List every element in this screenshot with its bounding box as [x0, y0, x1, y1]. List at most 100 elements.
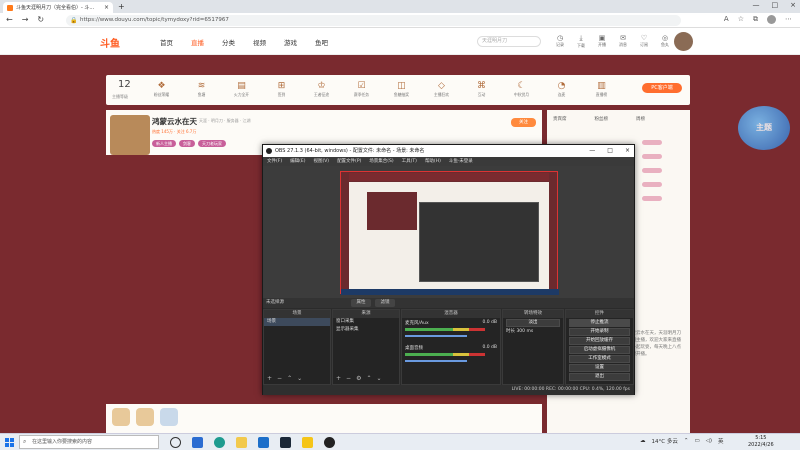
stop-stream-button[interactable]: 停止推流 — [569, 319, 630, 327]
add-icon[interactable]: + — [267, 375, 272, 382]
gift-item[interactable] — [160, 408, 178, 426]
obs-menu-tools[interactable]: 工具(T) — [402, 157, 417, 166]
gear-icon[interactable]: ⚙ — [356, 375, 361, 382]
steam-icon[interactable] — [280, 437, 291, 448]
fishball-button[interactable]: ◎ 鱼丸 — [661, 34, 669, 49]
browser-tab[interactable]: 斗鱼天涯明月刀（完全看伯）- 斗... × — [3, 2, 113, 13]
volume-slider[interactable] — [405, 360, 467, 362]
douyu-app-icon[interactable] — [302, 437, 313, 448]
volume-slider[interactable] — [405, 335, 467, 337]
nav-live[interactable]: 直播 — [191, 37, 204, 47]
strip-item[interactable]: ❖ 粉丝荣耀 — [146, 80, 177, 98]
strip-item[interactable]: ▥ 直播榜 — [586, 80, 617, 98]
move-up-icon[interactable]: ⌃ — [287, 375, 292, 382]
decoration-badge[interactable]: 主题 — [738, 106, 790, 150]
nav-yuba[interactable]: 鱼吧 — [315, 37, 328, 47]
strip-item[interactable]: ◫ 鱼糖抽奖 — [386, 80, 417, 98]
task-view2-icon[interactable] — [192, 437, 203, 448]
broadcast-button[interactable]: ▣ 开播 — [598, 34, 606, 49]
tab-fans[interactable]: 粉丝榜 — [595, 116, 609, 122]
remove-icon[interactable]: − — [346, 375, 351, 382]
move-down-icon[interactable]: ⌄ — [297, 375, 302, 382]
file-explorer-icon[interactable] — [236, 437, 247, 448]
new-tab-icon[interactable]: + — [118, 2, 125, 11]
user-avatar[interactable] — [674, 32, 693, 51]
windows-start-icon[interactable] — [5, 438, 14, 447]
back-icon[interactable]: ← — [6, 15, 13, 24]
streamer-tag[interactable]: 剑客 — [179, 140, 195, 147]
follow-button[interactable]: 关注 — [511, 118, 536, 127]
streamer-tag[interactable]: 新人主播 — [152, 140, 176, 147]
obs-menu-file[interactable]: 文件(F) — [267, 157, 282, 166]
obs-menu-profile[interactable]: 配置文件(P) — [337, 157, 361, 166]
obs-menu-help[interactable]: 帮助(H) — [425, 157, 441, 166]
forward-icon[interactable]: → — [22, 15, 29, 24]
taskbar-clock[interactable]: 5:15 2022/4/26 — [748, 435, 774, 449]
obs-menu-scene-collection[interactable]: 场景集合(S) — [369, 157, 393, 166]
strip-item[interactable]: ◇ 主播狂欢 — [426, 80, 457, 98]
obs-app-icon[interactable] — [324, 437, 335, 448]
strip-item[interactable]: ☑ 赛季任务 — [346, 80, 377, 98]
taskbar-search-input[interactable]: ⌕ 在这里输入你要搜索的内容 — [19, 435, 159, 449]
strip-item[interactable]: ⊞ 签到 — [266, 80, 297, 98]
history-button[interactable]: ◷ 记录 — [556, 34, 564, 49]
strip-item[interactable]: ≋ 鱼塘 — [186, 80, 217, 98]
translate-icon[interactable]: A — [724, 15, 729, 24]
task-view-icon[interactable] — [170, 437, 181, 448]
weather-text[interactable]: 14°C 多云 — [652, 437, 678, 445]
gift-item[interactable] — [136, 408, 154, 426]
network-icon[interactable]: ▭ — [694, 438, 699, 444]
obs-close-icon[interactable]: × — [625, 145, 630, 157]
weather-icon[interactable]: ☁ — [640, 438, 646, 444]
streamer-avatar[interactable] — [110, 115, 150, 155]
url-field[interactable]: 🔒 https://www.douyu.com/topic/tymydoxy?r… — [66, 15, 681, 26]
obs-menu-douyu[interactable]: 斗鱼·未登录 — [449, 157, 473, 166]
tab-week[interactable]: 周榜 — [636, 116, 645, 122]
close-tab-icon[interactable]: × — [104, 4, 109, 11]
scene-item[interactable]: 场景 — [264, 318, 330, 326]
more-menu-icon[interactable]: ⋯ — [785, 15, 792, 24]
transition-duration[interactable]: 300 ms — [516, 329, 533, 334]
replay-buffer-button[interactable]: 开始回放缓存 — [569, 337, 630, 345]
minimize-icon[interactable]: — — [753, 1, 760, 9]
profile-avatar[interactable] — [767, 15, 776, 24]
exit-button[interactable]: 退出 — [569, 373, 630, 381]
transition-select[interactable]: 淡出 — [506, 319, 560, 327]
favorite-star-icon[interactable]: ☆ — [738, 15, 744, 24]
nav-video[interactable]: 视频 — [253, 37, 266, 47]
obs-menu-edit[interactable]: 编辑(E) — [290, 157, 305, 166]
obs-menu-view[interactable]: 视图(V) — [313, 157, 329, 166]
move-up-icon[interactable]: ⌃ — [366, 375, 371, 382]
close-window-icon[interactable]: × — [790, 1, 796, 9]
source-item[interactable]: 显示器采集 — [333, 326, 399, 334]
studio-mode-button[interactable]: 工作室模式 — [569, 355, 630, 363]
nav-home[interactable]: 首页 — [160, 37, 173, 47]
settings-button[interactable]: 设置 — [569, 364, 630, 372]
obs-maximize-icon[interactable]: □ — [607, 145, 613, 157]
source-item[interactable]: 窗口采集 — [333, 318, 399, 326]
collections-icon[interactable]: ⧉ — [753, 15, 758, 24]
download-button[interactable]: ⤓ 下载 — [577, 34, 585, 49]
volume-icon[interactable]: ◁) — [706, 438, 712, 444]
properties-button[interactable]: 属性 — [351, 299, 371, 307]
filters-button[interactable]: 滤镜 — [375, 299, 395, 307]
language-indicator[interactable]: 英 — [718, 437, 724, 445]
add-icon[interactable]: + — [336, 375, 341, 382]
strip-item[interactable]: ▤ 火力全开 — [226, 80, 257, 98]
pc-client-button[interactable]: PC客户端 — [642, 83, 682, 93]
remove-icon[interactable]: − — [277, 375, 282, 382]
edge-icon[interactable] — [214, 437, 225, 448]
refresh-icon[interactable]: ↻ — [37, 15, 44, 24]
mail-icon[interactable] — [258, 437, 269, 448]
site-search-input[interactable]: 天涯明月刀 — [477, 36, 541, 47]
virtual-camera-button[interactable]: 启动虚拟摄像机 — [569, 346, 630, 354]
subscribe-button[interactable]: ♡ 订阅 — [640, 34, 648, 49]
move-down-icon[interactable]: ⌄ — [376, 375, 381, 382]
obs-minimize-icon[interactable]: — — [589, 145, 595, 157]
strip-item[interactable]: ⌘ 互动 — [466, 80, 497, 98]
tray-chevron-icon[interactable]: ⌃ — [684, 438, 689, 444]
maximize-icon[interactable]: □ — [772, 1, 779, 9]
nav-game[interactable]: 游戏 — [284, 37, 297, 47]
strip-item[interactable]: ☾ 中秋赏月 — [506, 80, 537, 98]
tab-vip[interactable]: 贵宾席 — [553, 116, 567, 122]
